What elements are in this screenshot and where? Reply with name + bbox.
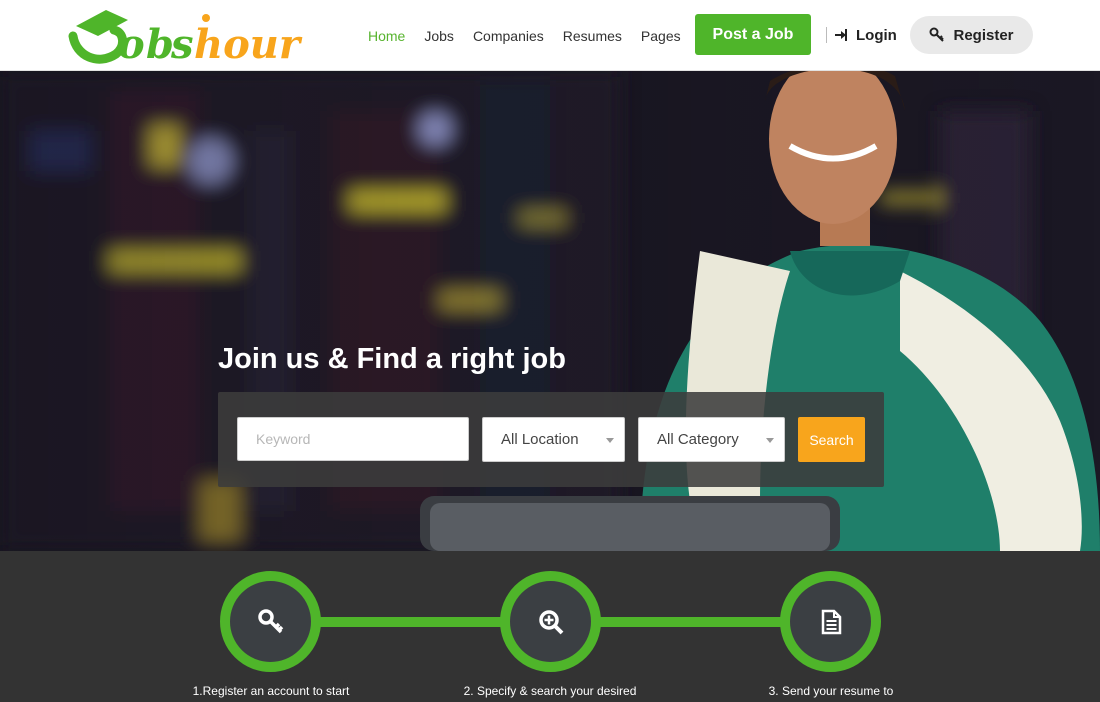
sign-in-icon xyxy=(835,29,847,41)
key-icon xyxy=(929,27,945,42)
jobshour-logo[interactable]: o b s hour xyxy=(68,6,323,68)
caret-down-icon xyxy=(606,438,614,443)
register-label: Register xyxy=(953,26,1014,44)
location-select-value: All Location xyxy=(501,431,579,448)
svg-text:o: o xyxy=(118,21,145,68)
hero-title: Join us & Find a right job xyxy=(218,343,566,375)
key-icon xyxy=(257,608,283,633)
login-link[interactable]: Login xyxy=(834,17,897,53)
hero-banner: Join us & Find a right job All Location … xyxy=(0,71,1100,551)
keyword-input[interactable] xyxy=(237,417,469,461)
post-job-button[interactable]: Post a Job xyxy=(695,14,811,55)
login-label: Login xyxy=(856,26,897,44)
search-button[interactable]: Search xyxy=(798,417,865,462)
svg-text:s: s xyxy=(170,21,194,68)
step-2-circle xyxy=(500,571,601,672)
register-button[interactable]: Register xyxy=(910,16,1033,54)
nav-home[interactable]: Home xyxy=(368,28,405,44)
nav-jobs[interactable]: Jobs xyxy=(424,28,454,44)
search-plus-icon xyxy=(538,609,563,634)
how-it-works: 1.Register an account to start 2. Specif… xyxy=(0,551,1100,702)
nav-companies[interactable]: Companies xyxy=(473,28,544,44)
job-search-form: All Location All Category Search xyxy=(218,392,884,487)
document-icon xyxy=(821,609,841,634)
site-header: o b s hour Home Jobs Companies Resumes P… xyxy=(0,0,1100,71)
svg-text:b: b xyxy=(146,21,174,68)
step-1-circle xyxy=(220,571,321,672)
nav-pages[interactable]: Pages xyxy=(641,28,681,44)
nav-resumes[interactable]: Resumes xyxy=(563,28,622,44)
category-select[interactable]: All Category xyxy=(638,417,785,462)
location-select[interactable]: All Location xyxy=(482,417,625,462)
step-3-circle xyxy=(780,571,881,672)
step-connector xyxy=(596,617,786,627)
step-connector xyxy=(315,617,505,627)
step-1-label: 1.Register an account to start xyxy=(192,684,350,698)
svg-text:hour: hour xyxy=(194,21,303,68)
main-nav: Home Jobs Companies Resumes Pages xyxy=(368,0,700,71)
category-select-value: All Category xyxy=(657,431,739,448)
caret-down-icon xyxy=(766,438,774,443)
step-3-label: 3. Send your resume to xyxy=(768,684,894,698)
step-2-label: 2. Specify & search your desired xyxy=(463,684,637,698)
header-divider xyxy=(826,27,827,43)
